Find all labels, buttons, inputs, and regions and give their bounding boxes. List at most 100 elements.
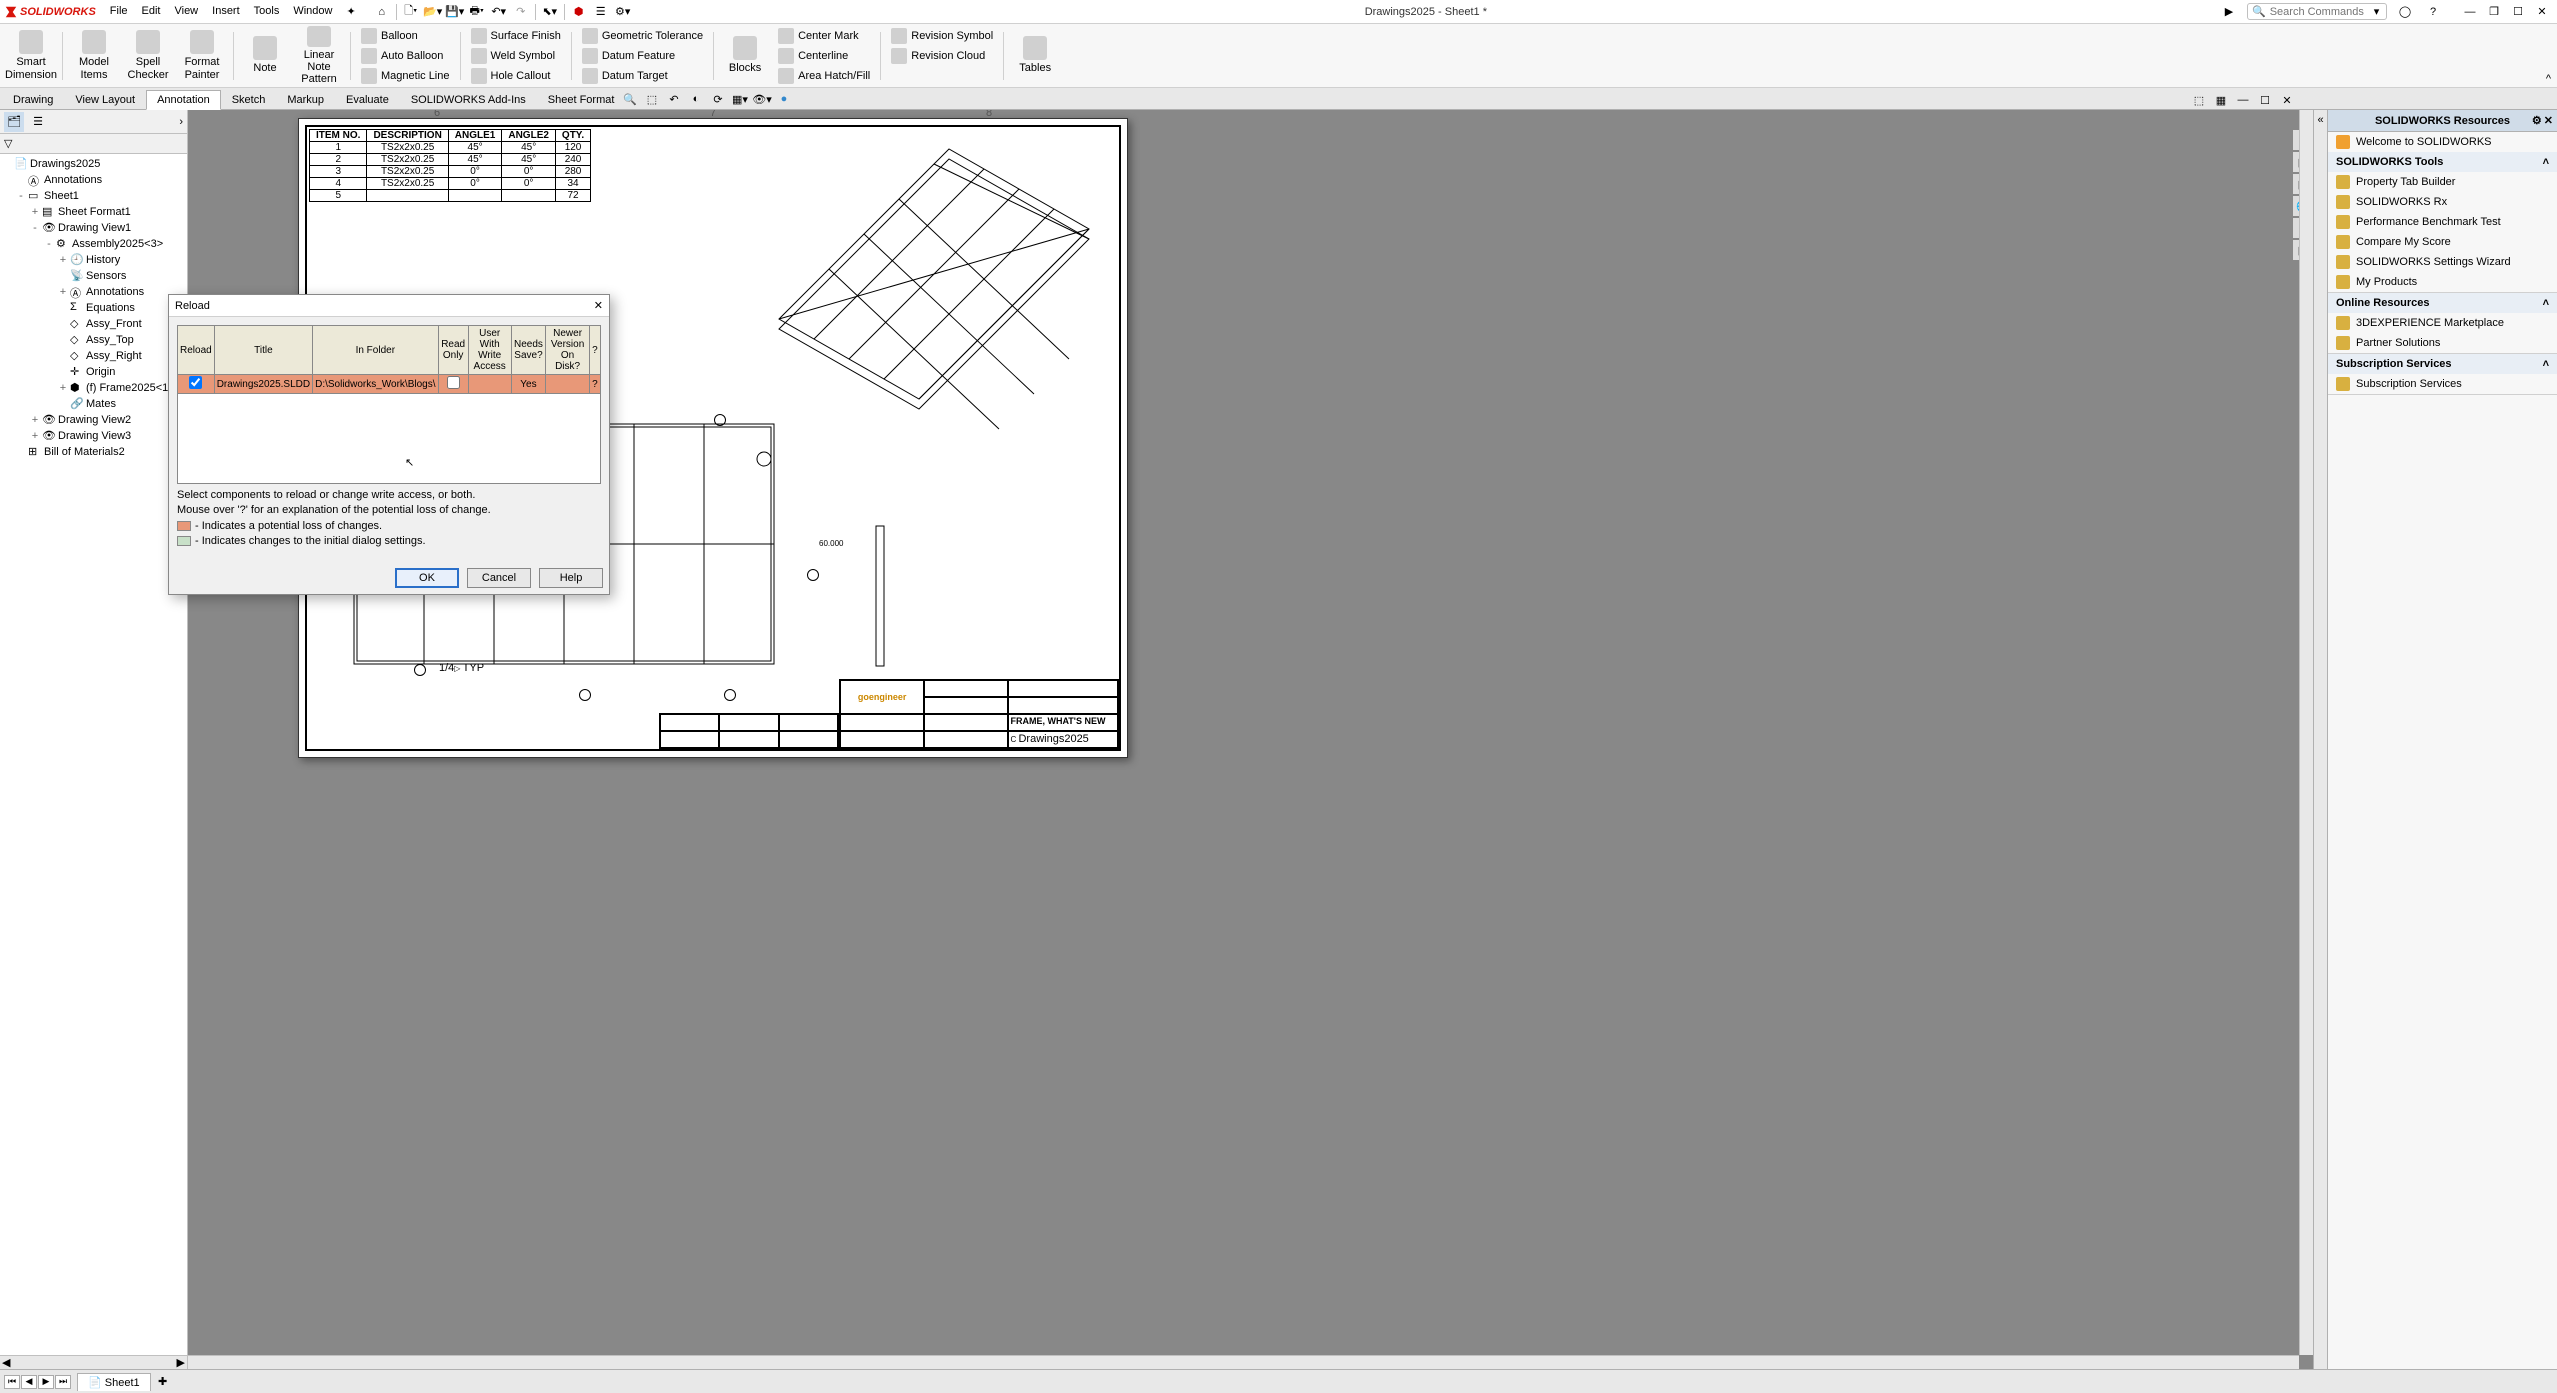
maximize-icon[interactable]: ☐ [2507,3,2529,21]
cloud-icon[interactable]: ▶ [2219,2,2239,22]
tree-node[interactable]: +▤Sheet Format1 [2,204,185,220]
hide-show-icon[interactable]: 👁▾ [752,89,772,109]
cmd-auto-balloon[interactable]: Auto Balloon [357,47,454,65]
doc-min-icon[interactable]: — [2233,90,2253,110]
tab-view-layout[interactable]: View Layout [64,90,146,109]
menu-star-icon[interactable]: ✦ [340,3,361,20]
sheet-first-icon[interactable]: ⏮ [4,1375,20,1389]
zoom-area-icon[interactable]: ⬚ [642,89,662,109]
cmd-note[interactable]: Note [238,26,292,86]
dialog-titlebar[interactable]: Reload ✕ [169,295,609,317]
menu-window[interactable]: Window [287,3,338,20]
cmd-model-items[interactable]: Model Items [67,26,121,86]
tp-subscription-services[interactable]: Subscription Services [2328,374,2557,394]
balloon-icon[interactable] [414,664,426,676]
tree-node[interactable]: +🕘History [2,252,185,268]
canvas-hscroll[interactable] [188,1355,2299,1369]
readonly-checkbox[interactable] [447,376,460,389]
tp-benchmark[interactable]: Performance Benchmark Test [2328,212,2557,232]
doc-max-icon[interactable]: ☐ [2255,90,2275,110]
tab-drawing[interactable]: Drawing [2,90,64,109]
sheet-last-icon[interactable]: ⏭ [55,1375,71,1389]
cmd-centerline[interactable]: Centerline [774,47,874,65]
tp-welcome[interactable]: Welcome to SOLIDWORKS [2328,132,2557,152]
dialog-close-icon[interactable]: ✕ [594,299,603,312]
tree-hscroll[interactable]: ◀▶ [0,1355,187,1369]
user-icon[interactable]: ◯ [2395,2,2415,22]
taskpane-pin-icon[interactable]: ⚙ [2532,114,2542,127]
tp-section-subscription[interactable]: Subscription Services˄ [2328,354,2557,374]
options-list-icon[interactable]: ☰ [591,2,611,22]
tree-node[interactable]: ✛Origin [2,364,185,380]
tp-compare-score[interactable]: Compare My Score [2328,232,2557,252]
appearance-icon[interactable]: ● [774,89,794,109]
cancel-button[interactable]: Cancel [467,568,531,588]
tree-node[interactable]: 📄Drawings2025 [2,156,185,172]
feature-tree[interactable]: 📄Drawings2025 ⒶAnnotations-▭Sheet1+▤Shee… [0,154,187,1355]
help-icon[interactable]: ? [2423,2,2443,22]
new-icon[interactable]: 🗋▾ [401,2,421,22]
tree-node[interactable]: 📡Sensors [2,268,185,284]
cmd-revision-symbol[interactable]: Revision Symbol [887,27,997,45]
tree-node[interactable]: +ⒶAnnotations [2,284,185,300]
reload-row[interactable]: Drawings2025.SLDD D:\Solidworks_Work\Blo… [178,375,601,394]
search-dropdown-icon[interactable]: ▾ [2374,5,2380,18]
print-icon[interactable]: 🖶▾ [467,2,487,22]
cmd-spell-checker[interactable]: Spell Checker [121,26,175,86]
tp-partner-solutions[interactable]: Partner Solutions [2328,333,2557,353]
cmd-blocks[interactable]: Blocks [718,26,772,86]
tree-node[interactable]: ⒶAnnotations [2,172,185,188]
close-icon[interactable]: ✕ [2531,3,2553,21]
bom-table[interactable]: ITEM NO.DESCRIPTIONANGLE1ANGLE2QTY. 1TS2… [309,129,591,202]
balloon-icon[interactable] [724,689,736,701]
canvas-vscroll[interactable] [2299,110,2313,1355]
cmd-area-hatch[interactable]: Area Hatch/Fill [774,67,874,85]
drawing-view-side[interactable] [874,524,904,674]
cmd-geometric-tolerance[interactable]: Geometric Tolerance [578,27,707,45]
add-sheet-icon[interactable]: ✚ [153,1372,173,1392]
rebuild-icon[interactable]: ⬢ [569,2,589,22]
sheet-next-icon[interactable]: ▶ [38,1375,54,1389]
minimize-icon[interactable]: — [2459,3,2481,21]
cmd-linear-note-pattern[interactable]: Linear Note Pattern [292,26,346,86]
home-icon[interactable]: ⌂ [372,2,392,22]
cmd-surface-finish[interactable]: Surface Finish [467,27,565,45]
section-icon[interactable]: ◐ [686,89,706,109]
tp-my-products[interactable]: My Products [2328,272,2557,292]
tree-node[interactable]: ◇Assy_Front [2,316,185,332]
help-button[interactable]: Help [539,568,603,588]
property-tab-icon[interactable]: ☰ [28,112,48,132]
doc-link-icon[interactable]: ⬚ [2189,90,2209,110]
tp-settings-wizard[interactable]: SOLIDWORKS Settings Wizard [2328,252,2557,272]
cmd-datum-feature[interactable]: Datum Feature [578,47,707,65]
tree-node[interactable]: ⊞Bill of Materials2 [2,444,185,460]
display-style-icon[interactable]: ▦▾ [730,89,750,109]
redo-icon[interactable]: ↷ [511,2,531,22]
title-block[interactable]: goengineer FRAME, WHAT'S NEW C Drawings2… [839,679,1119,749]
reload-checkbox[interactable] [189,376,202,389]
menu-file[interactable]: File [104,3,134,20]
ok-button[interactable]: OK [395,568,459,588]
balloon-icon[interactable] [579,689,591,701]
cmd-magnetic-line[interactable]: Magnetic Line [357,67,454,85]
select-icon[interactable]: ⬉▾ [540,2,560,22]
cmd-hole-callout[interactable]: Hole Callout [467,67,565,85]
sheet-prev-icon[interactable]: ◀ [21,1375,37,1389]
doc-tile-icon[interactable]: ▦ [2211,90,2231,110]
menu-edit[interactable]: Edit [136,3,167,20]
taskpane-close-icon[interactable]: ✕ [2544,114,2553,127]
dimension[interactable]: 60.000 [819,539,843,548]
cmd-weld-symbol[interactable]: Weld Symbol [467,47,565,65]
cmd-smart-dimension[interactable]: Smart Dimension [4,26,58,86]
menu-view[interactable]: View [168,3,204,20]
tp-3dx-marketplace[interactable]: 3DEXPERIENCE Marketplace [2328,313,2557,333]
search-commands[interactable]: 🔍 ▾ [2247,3,2387,20]
tab-evaluate[interactable]: Evaluate [335,90,400,109]
open-icon[interactable]: 📂▾ [423,2,443,22]
tree-node[interactable]: +👁Drawing View2 [2,412,185,428]
tree-node[interactable]: +👁Drawing View3 [2,428,185,444]
balloon-icon[interactable] [807,569,819,581]
tree-node[interactable]: ◇Assy_Right [2,348,185,364]
tree-node[interactable]: -▭Sheet1 [2,188,185,204]
drawing-view-iso[interactable] [769,139,1099,489]
